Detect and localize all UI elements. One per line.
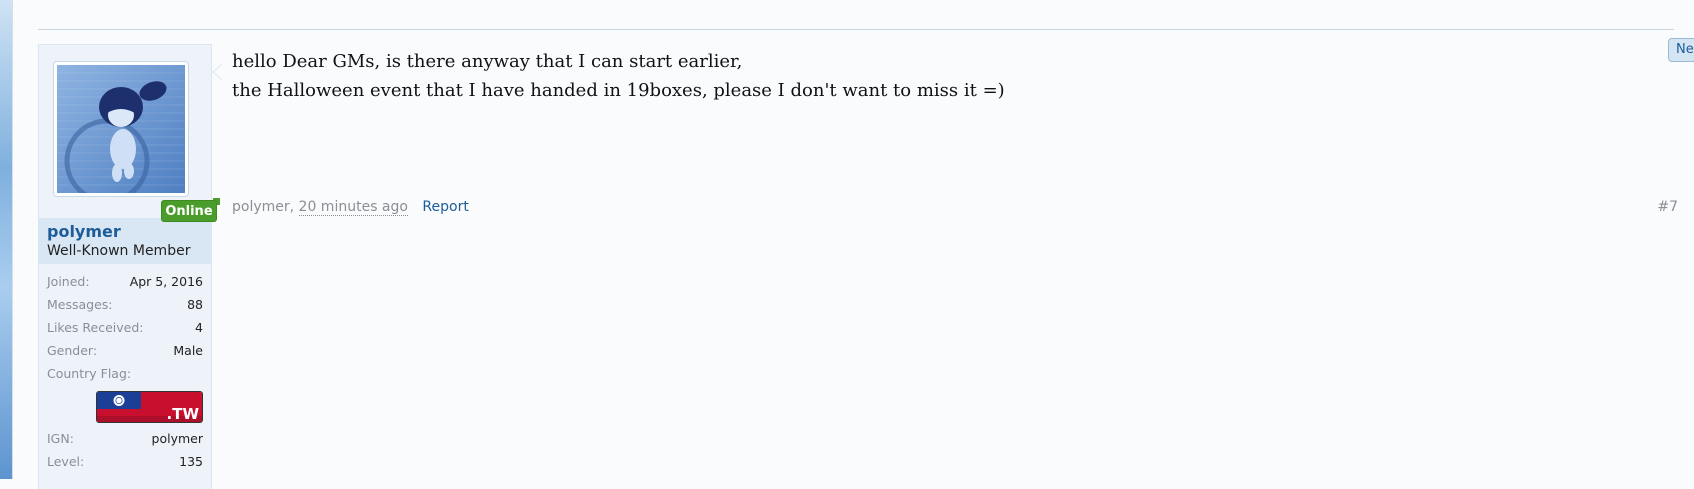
- online-status-badge: Online: [161, 200, 217, 222]
- user-title: Well-Known Member: [47, 243, 191, 259]
- taiwan-flag-icon: .TW: [97, 392, 202, 423]
- info-row-country-flag: Country Flag:: [47, 366, 203, 386]
- meta-author-link[interactable]: polymer: [232, 199, 290, 215]
- message-line: the Halloween event that I have handed i…: [232, 80, 1005, 101]
- info-row-messages: Messages: 88: [47, 297, 203, 317]
- country-flag-image: .TW: [96, 391, 203, 423]
- post-timestamp[interactable]: 20 minutes ago: [298, 199, 408, 216]
- info-row-level: Level: 135: [47, 454, 203, 474]
- message-body: hello Dear GMs, is there anyway that I c…: [232, 47, 1632, 105]
- avatar[interactable]: [53, 61, 189, 197]
- info-value: 135: [179, 454, 203, 469]
- message-line: hello Dear GMs, is there anyway that I c…: [232, 51, 743, 72]
- info-row-likes: Likes Received: 4: [47, 320, 203, 340]
- info-label: Gender:: [47, 343, 98, 358]
- info-label: Joined:: [47, 274, 90, 289]
- info-label: IGN:: [47, 431, 74, 446]
- info-value: Apr 5, 2016: [129, 274, 203, 289]
- info-value: polymer: [151, 431, 203, 446]
- info-label: Messages:: [47, 297, 113, 312]
- top-divider: [38, 29, 1674, 30]
- message-bubble-arrow-inner: [214, 64, 223, 80]
- user-name-block: polymer Well-Known Member: [39, 218, 211, 264]
- post-permalink[interactable]: #7: [1657, 199, 1678, 215]
- user-panel: Online polymer Well-Known Member Joined:…: [38, 44, 220, 489]
- username-link[interactable]: polymer: [47, 222, 121, 241]
- flag-label: .TW: [167, 405, 200, 423]
- new-post-badge: New: [1668, 38, 1694, 62]
- background-strip: [0, 0, 12, 479]
- info-label: Level:: [47, 454, 85, 469]
- message-meta: polymer, 20 minutes ago Report: [232, 199, 469, 216]
- report-link[interactable]: Report: [422, 199, 468, 215]
- background-strip-edge: [12, 0, 13, 479]
- info-value: 4: [195, 320, 203, 335]
- info-row-ign: IGN: polymer: [47, 431, 203, 451]
- info-value[interactable]: 88: [187, 297, 203, 312]
- info-row-gender: Gender: Male: [47, 343, 203, 363]
- info-label: Country Flag:: [47, 366, 132, 381]
- info-row-joined: Joined: Apr 5, 2016: [47, 274, 203, 294]
- info-label: Likes Received:: [47, 320, 144, 335]
- anime-avatar-icon: [57, 65, 185, 193]
- info-value: Male: [173, 343, 203, 358]
